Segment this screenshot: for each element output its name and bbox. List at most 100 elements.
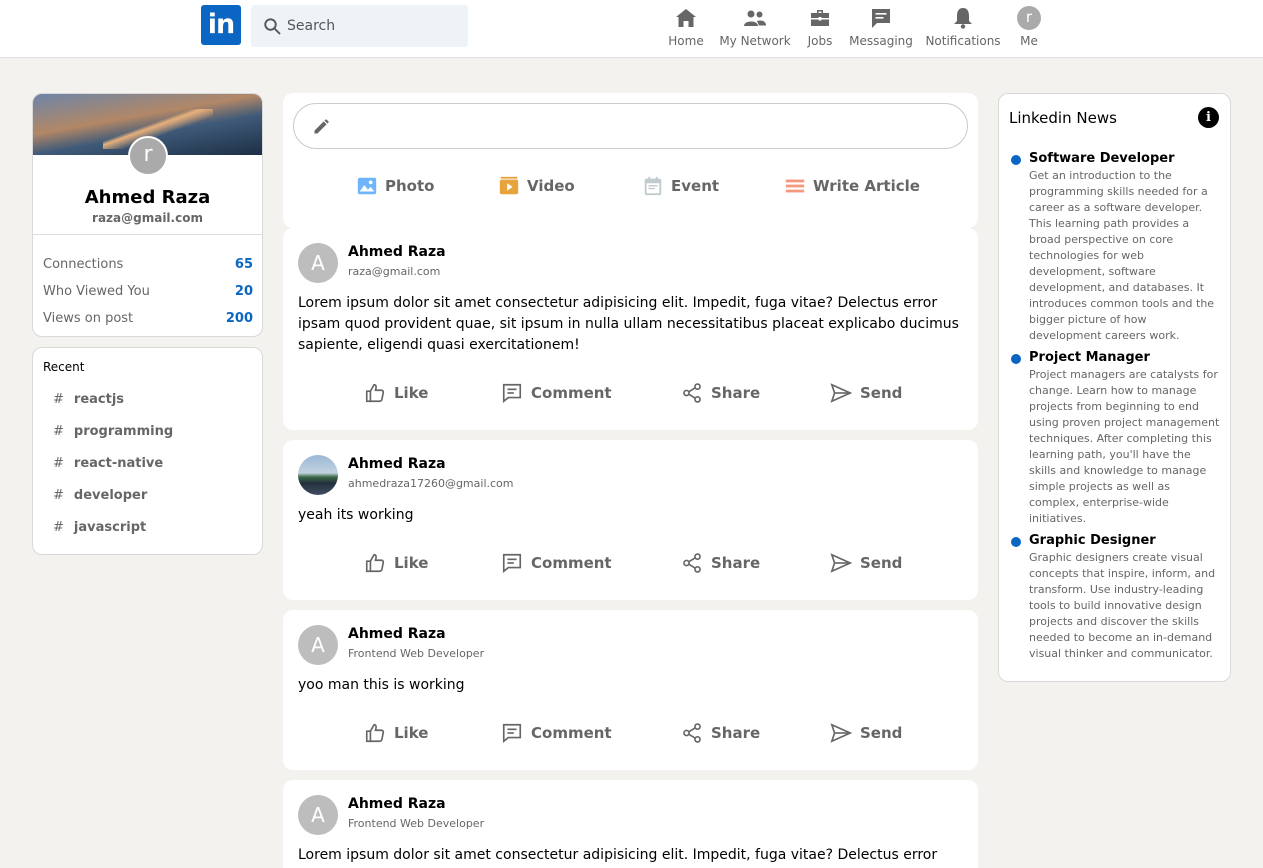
stat-views-on-post[interactable]: Views on post 200 bbox=[43, 311, 253, 326]
share-button[interactable]: Share bbox=[681, 722, 760, 744]
news-item[interactable]: Software Developer Get an introduction t… bbox=[1011, 151, 1221, 344]
share-button[interactable]: Share bbox=[681, 382, 760, 404]
thumbs-up-icon bbox=[365, 723, 385, 743]
like-button[interactable]: Like bbox=[364, 552, 428, 574]
search-bar[interactable] bbox=[251, 5, 468, 47]
nav-notifications-label: Notifications bbox=[925, 34, 1001, 48]
recent-tag[interactable]: # react-native bbox=[53, 456, 163, 471]
post-author-avatar[interactable] bbox=[298, 455, 338, 495]
like-label: Like bbox=[394, 384, 429, 402]
stat-who-viewed-you[interactable]: Who Viewed You 20 bbox=[43, 284, 253, 299]
recent-tag[interactable]: # reactjs bbox=[53, 392, 124, 407]
post-author-subtitle: ahmedraza17260@gmail.com bbox=[348, 477, 514, 490]
news-item-description: Project managers are catalysts for chang… bbox=[1029, 368, 1220, 525]
send-icon bbox=[830, 723, 852, 743]
composer-photo-button[interactable]: Photo bbox=[356, 175, 434, 197]
info-icon[interactable]: i bbox=[1198, 107, 1219, 128]
composer-write-article-button[interactable]: Write Article bbox=[784, 175, 920, 197]
nav-me[interactable]: r Me bbox=[1015, 0, 1043, 58]
bullet-dot bbox=[1011, 155, 1021, 165]
article-icon bbox=[785, 179, 805, 193]
send-icon bbox=[830, 383, 852, 403]
post-author-subtitle: Frontend Web Developer bbox=[348, 647, 485, 660]
thumbs-up-icon bbox=[365, 553, 385, 573]
news-item[interactable]: Project Manager Project managers are cat… bbox=[1011, 350, 1221, 527]
composer-photo-label: Photo bbox=[385, 177, 435, 195]
recent-tag-label: react-native bbox=[73, 456, 164, 471]
feed-post: A Ahmed Raza Frontend Web Developer Lore… bbox=[283, 780, 978, 868]
comment-label: Comment bbox=[531, 724, 612, 742]
send-button[interactable]: Send bbox=[830, 552, 902, 574]
comment-icon bbox=[502, 723, 522, 743]
feed-post: A Ahmed Raza Frontend Web Developer yoo … bbox=[283, 610, 978, 770]
share-label: Share bbox=[711, 384, 761, 402]
nav-me-label: Me bbox=[1020, 34, 1038, 48]
hash-icon: # bbox=[53, 488, 64, 503]
nav-jobs-label: Jobs bbox=[807, 34, 833, 48]
composer-event-button[interactable]: Event bbox=[642, 175, 719, 197]
share-icon bbox=[683, 553, 701, 573]
video-icon bbox=[499, 176, 519, 195]
comment-icon bbox=[502, 553, 522, 573]
nav-jobs[interactable]: Jobs bbox=[805, 0, 835, 58]
news-item-title: Project Manager bbox=[1029, 350, 1150, 365]
stat-value: 65 bbox=[234, 257, 253, 272]
feed-post: A Ahmed Raza raza@gmail.com Lorem ipsum … bbox=[283, 228, 978, 430]
post-author-name[interactable]: Ahmed Raza bbox=[348, 456, 446, 472]
share-button[interactable]: Share bbox=[681, 552, 760, 574]
search-input[interactable] bbox=[287, 18, 457, 34]
stat-connections[interactable]: Connections 65 bbox=[43, 257, 253, 272]
post-author-name[interactable]: Ahmed Raza bbox=[348, 626, 446, 642]
post-text: yeah its working bbox=[298, 507, 414, 523]
like-button[interactable]: Like bbox=[364, 382, 428, 404]
news-item-title: Graphic Designer bbox=[1029, 533, 1156, 548]
hash-icon: # bbox=[53, 424, 64, 439]
feed-post: Ahmed Raza ahmedraza17260@gmail.com yeah… bbox=[283, 440, 978, 600]
recent-tag-label: developer bbox=[73, 488, 148, 503]
share-icon bbox=[683, 383, 701, 403]
news-card: Linkedin News i Software Developer Get a… bbox=[998, 93, 1231, 682]
post-author-avatar[interactable]: A bbox=[298, 625, 338, 665]
comment-button[interactable]: Comment bbox=[501, 382, 612, 404]
send-label: Send bbox=[860, 724, 903, 742]
post-author-avatar[interactable]: A bbox=[298, 243, 338, 283]
nav-messaging[interactable]: Messaging bbox=[849, 0, 913, 58]
nav-my-network-label: My Network bbox=[719, 34, 791, 48]
stat-label: Who Viewed You bbox=[43, 284, 150, 299]
nav-home[interactable]: Home bbox=[668, 0, 704, 58]
composer-video-button[interactable]: Video bbox=[498, 175, 575, 197]
like-label: Like bbox=[394, 554, 429, 572]
briefcase-icon bbox=[811, 10, 829, 26]
profile-avatar[interactable]: r bbox=[128, 136, 168, 176]
recent-tag-label: reactjs bbox=[73, 392, 125, 407]
recent-tag[interactable]: # javascript bbox=[53, 520, 146, 535]
recent-tag[interactable]: # developer bbox=[53, 488, 147, 503]
comment-button[interactable]: Comment bbox=[501, 552, 612, 574]
network-icon bbox=[744, 10, 766, 26]
post-text: Lorem ipsum dolor sit amet consectetur a… bbox=[298, 847, 938, 863]
nav-my-network[interactable]: My Network bbox=[719, 0, 791, 58]
nav-notifications[interactable]: Notifications bbox=[925, 0, 1001, 58]
stat-value: 200 bbox=[225, 311, 253, 326]
post-author-avatar[interactable]: A bbox=[298, 795, 338, 835]
like-button[interactable]: Like bbox=[364, 722, 428, 744]
recent-tag[interactable]: # programming bbox=[53, 424, 173, 439]
news-item-description: Graphic designers create visual concepts… bbox=[1029, 551, 1216, 660]
stat-value: 20 bbox=[234, 284, 253, 299]
calendar-icon bbox=[644, 176, 662, 196]
like-label: Like bbox=[394, 724, 429, 742]
stat-label: Connections bbox=[43, 257, 124, 272]
comment-button[interactable]: Comment bbox=[501, 722, 612, 744]
news-item[interactable]: Graphic Designer Graphic designers creat… bbox=[1011, 533, 1221, 662]
pencil-icon bbox=[314, 119, 329, 134]
post-author-name[interactable]: Ahmed Raza bbox=[348, 796, 446, 812]
linkedin-logo[interactable]: in bbox=[201, 5, 241, 45]
news-title: Linkedin News bbox=[1009, 109, 1117, 127]
top-navbar: in Home My Network Jobs Messaging Notifi… bbox=[0, 0, 1263, 58]
send-button[interactable]: Send bbox=[830, 382, 902, 404]
start-post-input[interactable] bbox=[293, 103, 968, 149]
post-author-name[interactable]: Ahmed Raza bbox=[348, 244, 446, 260]
send-button[interactable]: Send bbox=[830, 722, 902, 744]
bullet-dot bbox=[1011, 537, 1021, 547]
profile-email: raza@gmail.com bbox=[92, 211, 203, 225]
